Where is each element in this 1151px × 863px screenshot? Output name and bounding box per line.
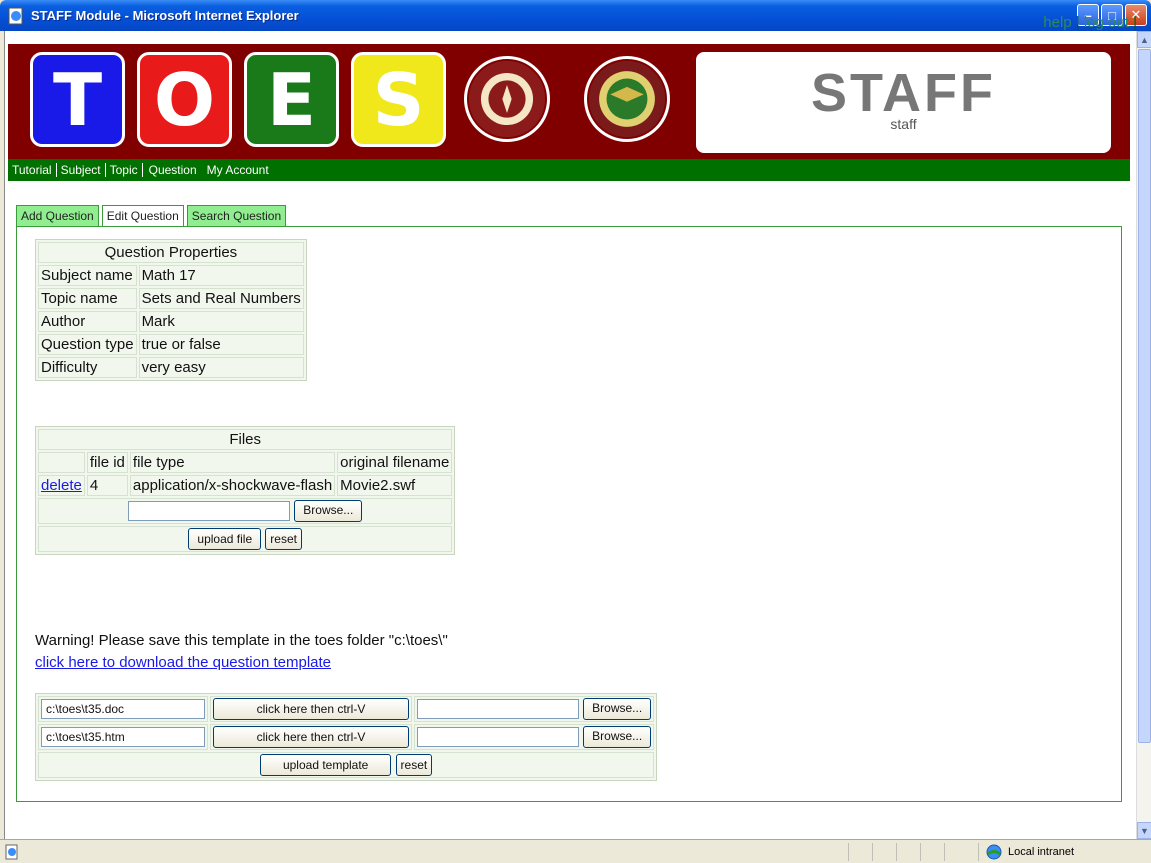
table-row: c:\toes\t35.doc click here then ctrl-V B… [38,696,655,722]
logo-tile-t: T [30,52,125,147]
role-panel: STAFF staff [696,52,1111,153]
window-title: STAFF Module - Microsoft Internet Explor… [31,8,299,23]
table-row: Subject name Math 17 [38,265,304,286]
scroll-thumb[interactable] [1138,49,1151,743]
vertical-scrollbar[interactable]: ▲ ▼ [1136,31,1151,839]
status-divider [896,843,897,861]
upload-file-button[interactable]: upload file [188,528,262,550]
zone-label: Local intranet [1008,846,1075,858]
column-header-filename: original filename [337,452,453,473]
download-template-link[interactable]: click here to download the question temp… [35,654,331,671]
scroll-down-icon[interactable]: ▼ [1137,822,1151,839]
prop-value: very easy [138,357,304,378]
role-subtitle: staff [890,116,917,132]
question-tabs: Add Question Edit Question Search Questi… [16,205,287,227]
prop-value: true or false [138,334,304,355]
title-bar: STAFF Module - Microsoft Internet Explor… [0,0,1151,31]
status-divider [978,843,979,861]
status-divider [944,843,945,861]
prop-value: Mark [138,311,304,332]
status-divider [920,843,921,861]
learning-resource-center-seal [464,56,550,142]
tab-edit-question[interactable]: Edit Question [101,205,184,227]
scroll-up-icon[interactable]: ▲ [1137,31,1151,48]
warning-text: Warning! Please save this template in th… [35,632,448,649]
status-divider [848,843,849,861]
files-header: Files [38,429,453,450]
table-row: Difficulty very easy [38,357,304,378]
tab-content: Question Properties Subject name Math 17 … [16,226,1122,802]
ie-page-icon [8,7,23,24]
nav-tutorial[interactable]: Tutorial [8,163,57,177]
browse-htm-button[interactable]: Browse... [583,726,652,748]
file-path-input[interactable] [128,501,291,521]
files-table: Files file id file type original filenam… [35,426,456,555]
question-properties-table: Question Properties Subject name Math 17 … [35,239,307,381]
prop-label: Topic name [38,288,137,309]
university-seal [584,56,670,142]
role-title: STAFF [811,63,996,123]
template-htm-file-input[interactable] [417,727,579,747]
link-separator: | [1133,14,1137,31]
nav-question[interactable]: Question [142,163,203,177]
template-doc-path-input[interactable]: c:\toes\t35.doc [41,699,205,719]
tab-search-question[interactable]: Search Question [186,205,287,227]
tab-add-question[interactable]: Add Question [16,205,99,227]
template-upload-table: c:\toes\t35.doc click here then ctrl-V B… [35,693,658,781]
nav-subject[interactable]: Subject [57,163,106,177]
logo-tile-o: O [137,52,232,147]
prop-label: Difficulty [38,357,137,378]
paste-htm-button[interactable]: click here then ctrl-V [213,726,409,748]
security-zone: Local intranet [986,844,1074,860]
table-row: Author Mark [38,311,304,332]
help-link[interactable]: help [1043,14,1071,31]
prop-value: Math 17 [138,265,304,286]
nav-topic[interactable]: Topic [106,163,143,177]
table-header-row: file id file type original filename [38,452,453,473]
upload-template-button[interactable]: upload template [259,754,392,776]
prop-label: Author [38,311,137,332]
intranet-globe-icon [986,844,1002,860]
table-row: delete 4 application/x-shockwave-flash M… [38,475,453,496]
table-row: Topic name Sets and Real Numbers [38,288,304,309]
table-row: c:\toes\t35.htm click here then ctrl-V B… [38,724,655,750]
template-htm-path-input[interactable]: c:\toes\t35.htm [41,727,205,747]
browse-button[interactable]: Browse... [294,500,363,522]
header-banner: T O E S STAFF staff [8,44,1130,159]
file-id: 4 [86,475,128,496]
paste-doc-button[interactable]: click here then ctrl-V [213,698,409,720]
status-divider [872,843,873,861]
logo-tile-s: S [351,52,446,147]
properties-header: Question Properties [38,242,304,263]
file-name: Movie2.swf [337,475,453,496]
empty-header-cell [38,452,85,473]
main-nav: Tutorial Subject Topic Question My Accou… [8,159,1130,181]
browse-doc-button[interactable]: Browse... [583,698,652,720]
link-separator: | [1075,14,1080,31]
prop-label: Subject name [38,265,137,286]
column-header-file-type: file type [129,452,336,473]
top-links: help | log out | [1043,14,1137,31]
page-status-icon [5,844,18,860]
status-bar: Local intranet [0,839,1151,863]
prop-value: Sets and Real Numbers [138,288,304,309]
table-row: Question type true or false [38,334,304,355]
prop-label: Question type [38,334,137,355]
nav-my-account[interactable]: My Account [203,163,273,177]
delete-file-link[interactable]: delete [41,477,82,494]
reset-template-button[interactable]: reset [395,754,433,776]
reset-files-button[interactable]: reset [265,528,302,550]
column-header-file-id: file id [86,452,128,473]
logo-tile-e: E [244,52,339,147]
template-doc-file-input[interactable] [417,699,579,719]
file-type: application/x-shockwave-flash [129,475,336,496]
logout-link[interactable]: log out [1084,14,1129,31]
